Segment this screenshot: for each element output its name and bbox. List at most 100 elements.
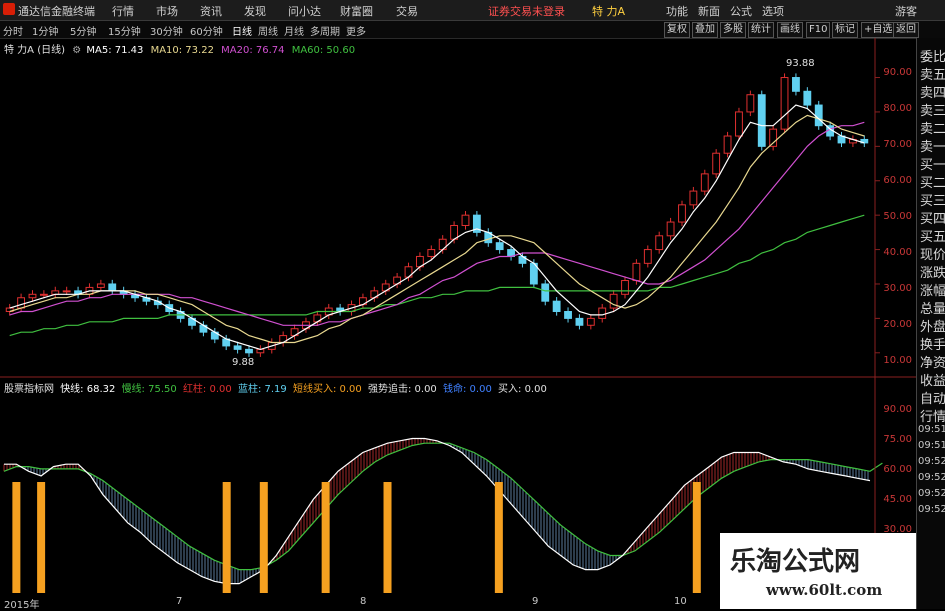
btn-back[interactable]: 返回 bbox=[893, 22, 919, 38]
sidebar-time-0: 09:51 bbox=[918, 424, 945, 435]
tf-0[interactable]: 分时 bbox=[3, 23, 23, 38]
price-label-3: 60.00 bbox=[883, 175, 912, 186]
app-title: 通达信金融终端 bbox=[18, 5, 95, 18]
sidebar-item-18[interactable]: 收益 bbox=[920, 370, 945, 389]
sub-buy: 买入: 0.00 bbox=[498, 384, 547, 395]
sub-strong: 强势追击: 0.00 bbox=[367, 384, 437, 395]
candle-body bbox=[598, 307, 607, 319]
sidebar-item-0[interactable]: 委比 bbox=[920, 46, 945, 65]
date-label-1: 7 bbox=[176, 596, 183, 607]
btn-mark[interactable]: 标记 bbox=[832, 22, 858, 38]
stock-name: 特 力A bbox=[592, 5, 626, 18]
sidebar-time-2: 09:52 bbox=[918, 456, 945, 467]
tf-8[interactable]: 月线 bbox=[284, 23, 304, 38]
menu-item-6[interactable]: 交易 bbox=[396, 3, 418, 19]
ma60-line bbox=[9, 214, 865, 337]
candle-body bbox=[643, 249, 652, 264]
top-menu-bar: 通达信金融终端 行情 市场 资讯 发现 问小达 财富圈 交易 证券交易未登录 特… bbox=[0, 0, 945, 21]
menu-item-0[interactable]: 行情 bbox=[112, 3, 134, 19]
candle-body bbox=[108, 283, 117, 292]
menu-item-5[interactable]: 财富圈 bbox=[340, 3, 373, 19]
btn-add-fav[interactable]: +自选 bbox=[861, 22, 896, 38]
chart-area[interactable] bbox=[0, 38, 916, 609]
sidebar-item-16[interactable]: 换手 bbox=[920, 334, 945, 353]
candle-body bbox=[621, 280, 629, 295]
tf-4[interactable]: 30分钟 bbox=[150, 23, 183, 38]
legend-title: 特 力A (日线) bbox=[4, 45, 66, 56]
main-legend: 特 力A (日线) ⚙ MA5: 71.43 MA10: 73.22 MA20:… bbox=[4, 41, 355, 56]
sub-red: 红柱: 0.00 bbox=[182, 384, 232, 395]
candle-body bbox=[461, 214, 470, 226]
sidebar-item-10[interactable]: 买五 bbox=[920, 226, 945, 245]
right-menu-0[interactable]: 功能 bbox=[666, 3, 688, 19]
sidebar-item-19[interactable]: 自动 bbox=[920, 388, 945, 407]
date-label-3: 9 bbox=[532, 596, 539, 607]
candle-body bbox=[575, 317, 584, 326]
sidebar-item-13[interactable]: 涨幅 bbox=[920, 280, 945, 299]
sidebar-time-4: 09:52 bbox=[918, 488, 945, 499]
sidebar-item-1[interactable]: 卖五 bbox=[920, 64, 945, 83]
sidebar-item-15[interactable]: 外盘 bbox=[920, 316, 945, 335]
sidebar-item-2[interactable]: 卖四 bbox=[920, 82, 945, 101]
app-logo-icon bbox=[3, 3, 15, 15]
tf-7[interactable]: 周线 bbox=[258, 23, 278, 38]
price-label-4: 50.00 bbox=[883, 211, 912, 222]
sidebar-item-8[interactable]: 买三 bbox=[920, 190, 945, 209]
btn-draw[interactable]: 画线 bbox=[777, 22, 803, 38]
login-alert[interactable]: 证券交易未登录 bbox=[488, 3, 565, 19]
sidebar-item-7[interactable]: 买二 bbox=[920, 172, 945, 191]
tf-1[interactable]: 1分钟 bbox=[32, 23, 58, 38]
price-label-2: 70.00 bbox=[883, 139, 912, 150]
sidebar-item-4[interactable]: 卖二 bbox=[920, 118, 945, 137]
tf-9[interactable]: 多周期 bbox=[310, 23, 340, 38]
btn-stats[interactable]: 统计 bbox=[748, 22, 774, 38]
menu-item-3[interactable]: 发现 bbox=[244, 3, 266, 19]
candle-body bbox=[495, 242, 504, 251]
sidebar-item-11[interactable]: 现价 bbox=[920, 244, 945, 263]
sidebar-item-5[interactable]: 卖一 bbox=[920, 136, 945, 155]
signal-bar-2 bbox=[222, 482, 231, 593]
sidebar-item-14[interactable]: 总量 bbox=[920, 298, 945, 317]
ind-label-3: 45.00 bbox=[883, 494, 912, 505]
candle-body bbox=[712, 152, 721, 175]
sidebar-item-9[interactable]: 买四 bbox=[920, 208, 945, 227]
sidebar-item-3[interactable]: 卖三 bbox=[920, 100, 945, 119]
right-menu-3[interactable]: 选项 bbox=[762, 3, 784, 19]
menu-item-1[interactable]: 市场 bbox=[156, 3, 178, 19]
btn-fuquan[interactable]: 复权 bbox=[664, 22, 690, 38]
right-menu-1[interactable]: 新面 bbox=[698, 3, 720, 19]
sidebar-item-20[interactable]: 行情 bbox=[920, 406, 945, 425]
btn-f10[interactable]: F10 bbox=[806, 22, 831, 38]
ind-label-0: 90.00 bbox=[883, 404, 912, 415]
right-menu-2[interactable]: 公式 bbox=[730, 3, 752, 19]
btn-overlay[interactable]: 叠加 bbox=[692, 22, 718, 38]
candle-body bbox=[803, 90, 812, 106]
sidebar-time-3: 09:52 bbox=[918, 472, 945, 483]
sidebar-item-17[interactable]: 净资 bbox=[920, 352, 945, 371]
user-label[interactable]: 游客 bbox=[895, 3, 917, 19]
gear-icon[interactable]: ⚙ bbox=[72, 45, 81, 56]
right-sidebar: 委比 卖五 卖四 卖三 卖二 卖一 买一 买二 买三 买四 买五 现价 涨跌 涨… bbox=[916, 38, 945, 609]
price-label-0: 90.00 bbox=[883, 67, 912, 78]
sidebar-item-6[interactable]: 买一 bbox=[920, 154, 945, 173]
timeframe-bar: 分时 1分钟 5分钟 15分钟 30分钟 60分钟 日线 周线 月线 多周期 更… bbox=[0, 21, 945, 39]
legend-ma5: MA5: 71.43 bbox=[86, 45, 144, 56]
tf-5[interactable]: 60分钟 bbox=[190, 23, 223, 38]
watermark-title: 乐淘公式网 bbox=[730, 547, 861, 577]
sidebar-time-5: 09:52 bbox=[918, 504, 945, 515]
date-label-2: 8 bbox=[360, 596, 367, 607]
tf-10[interactable]: 更多 bbox=[346, 23, 366, 38]
tf-2[interactable]: 5分钟 bbox=[70, 23, 96, 38]
menu-item-2[interactable]: 资讯 bbox=[200, 3, 222, 19]
sidebar-item-12[interactable]: 涨跌 bbox=[920, 262, 945, 281]
ma5-line bbox=[9, 104, 865, 351]
tf-6[interactable]: 日线 bbox=[232, 23, 252, 38]
ind-label-1: 75.00 bbox=[883, 434, 912, 445]
sub-dot: 钱命: 0.00 bbox=[443, 384, 492, 395]
btn-multi[interactable]: 多股 bbox=[720, 22, 746, 38]
tf-3[interactable]: 15分钟 bbox=[108, 23, 141, 38]
candle-body bbox=[746, 94, 755, 113]
menu-item-4[interactable]: 问小达 bbox=[288, 3, 321, 19]
candle-body bbox=[814, 104, 823, 127]
candle-body bbox=[780, 77, 789, 130]
